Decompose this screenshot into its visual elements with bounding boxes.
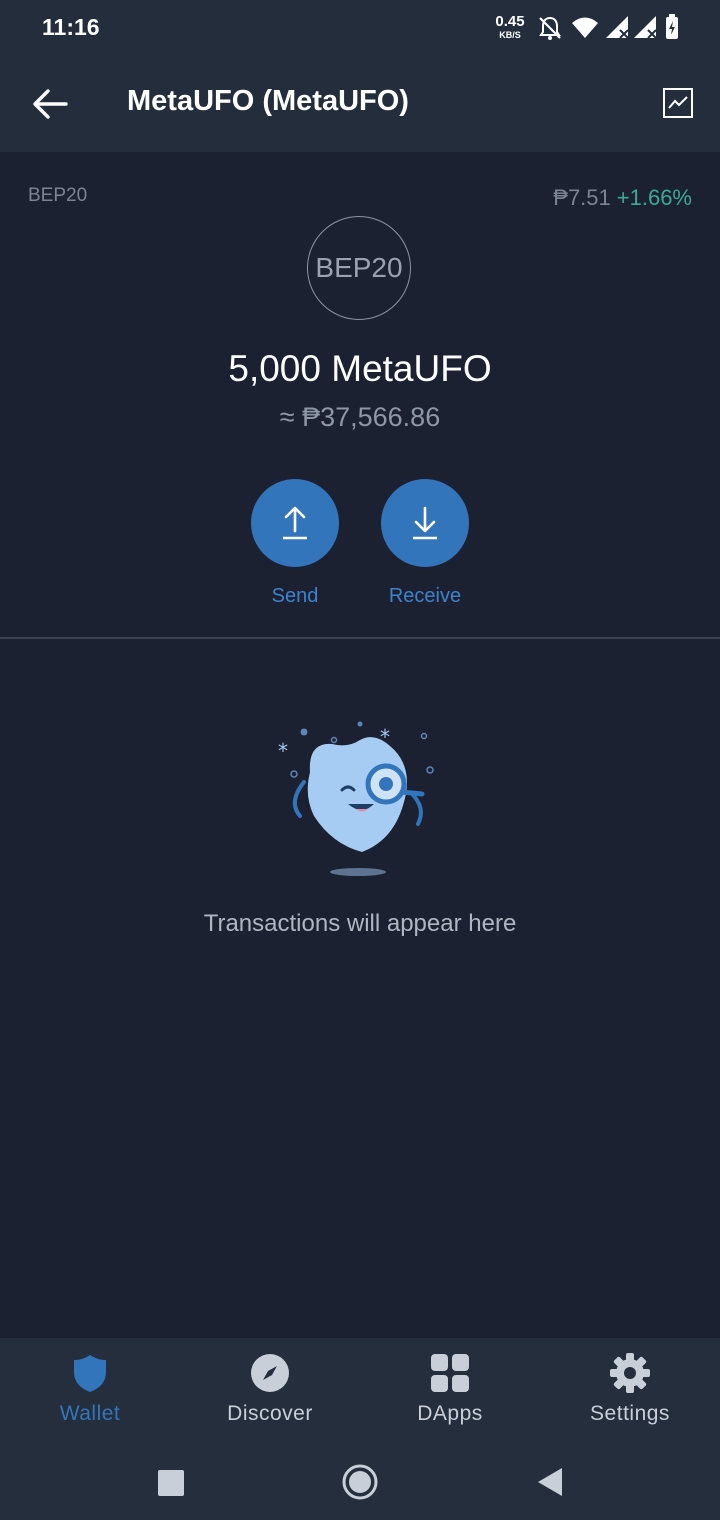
token-logo-text: BEP20 — [315, 252, 403, 283]
triangle-back-icon — [538, 1468, 562, 1496]
nav-label-dapps: DApps — [417, 1402, 483, 1425]
wifi-icon — [572, 17, 598, 38]
price-value: ₱7.51 — [553, 185, 611, 210]
status-icons: 0.45 KB/S — [488, 12, 688, 44]
token-logo: BEP20 — [307, 216, 411, 320]
receive-label[interactable]: Receive — [389, 585, 461, 608]
nav-label-settings: Settings — [590, 1402, 670, 1425]
line-chart-icon — [663, 88, 693, 118]
svg-text:*: * — [380, 725, 390, 749]
network-speed-value: 0.45 — [495, 13, 524, 30]
send-button[interactable] — [251, 479, 339, 567]
status-bar: 11:16 0.45 KB/S — [0, 0, 720, 56]
send-action: Send — [230, 479, 360, 608]
divider — [0, 637, 720, 639]
page-title: MetaUFO (MetaUFO) — [127, 85, 409, 117]
network-speed-unit: KB/S — [499, 30, 521, 40]
nav-item-dapps[interactable]: DApps — [360, 1352, 540, 1432]
square-icon — [158, 1470, 184, 1496]
token-balance: 5,000 MetaUFO — [228, 348, 492, 389]
arrow-left-icon — [33, 89, 68, 119]
gear-icon — [610, 1353, 650, 1393]
back-nav-button[interactable] — [530, 1462, 570, 1502]
price-change: +1.66% — [616, 185, 692, 210]
notifications-off-icon — [539, 16, 561, 40]
nav-item-discover[interactable]: Discover — [180, 1352, 360, 1432]
home-button[interactable] — [340, 1462, 380, 1502]
network-label: BEP20 — [28, 185, 88, 206]
nav-item-settings[interactable]: Settings — [540, 1352, 720, 1432]
shield-icon — [74, 1355, 106, 1392]
empty-transactions-illustration: * * — [278, 721, 434, 876]
status-time: 11:16 — [42, 14, 100, 40]
circle-icon — [342, 1464, 378, 1500]
grid-icon — [431, 1354, 469, 1392]
signal-icon — [606, 16, 629, 39]
compass-icon — [251, 1354, 289, 1392]
empty-state-message: Transactions will appear here — [203, 910, 517, 937]
system-nav-bar — [0, 1440, 720, 1520]
send-label[interactable]: Send — [272, 585, 319, 608]
price-chart-button[interactable] — [662, 87, 694, 119]
back-button[interactable] — [30, 86, 70, 122]
upload-arrow-icon — [283, 506, 307, 540]
recents-button[interactable] — [150, 1462, 190, 1502]
battery-charging-icon — [666, 14, 678, 39]
app-bar: MetaUFO (MetaUFO) — [0, 56, 720, 152]
receive-action: Receive — [360, 479, 490, 608]
receive-button[interactable] — [381, 479, 469, 567]
bottom-nav: Wallet Discover DApps Settings — [0, 1338, 720, 1440]
download-arrow-icon — [413, 506, 437, 540]
nav-label-wallet: Wallet — [59, 1402, 121, 1425]
fiat-balance: ≈ ₱37,566.86 — [279, 402, 441, 432]
price-row: ₱7.51 +1.66% — [553, 185, 692, 211]
nav-item-wallet[interactable]: Wallet — [0, 1352, 180, 1432]
svg-text:*: * — [278, 739, 288, 763]
signal-icon — [634, 16, 657, 39]
nav-label-discover: Discover — [227, 1402, 313, 1425]
